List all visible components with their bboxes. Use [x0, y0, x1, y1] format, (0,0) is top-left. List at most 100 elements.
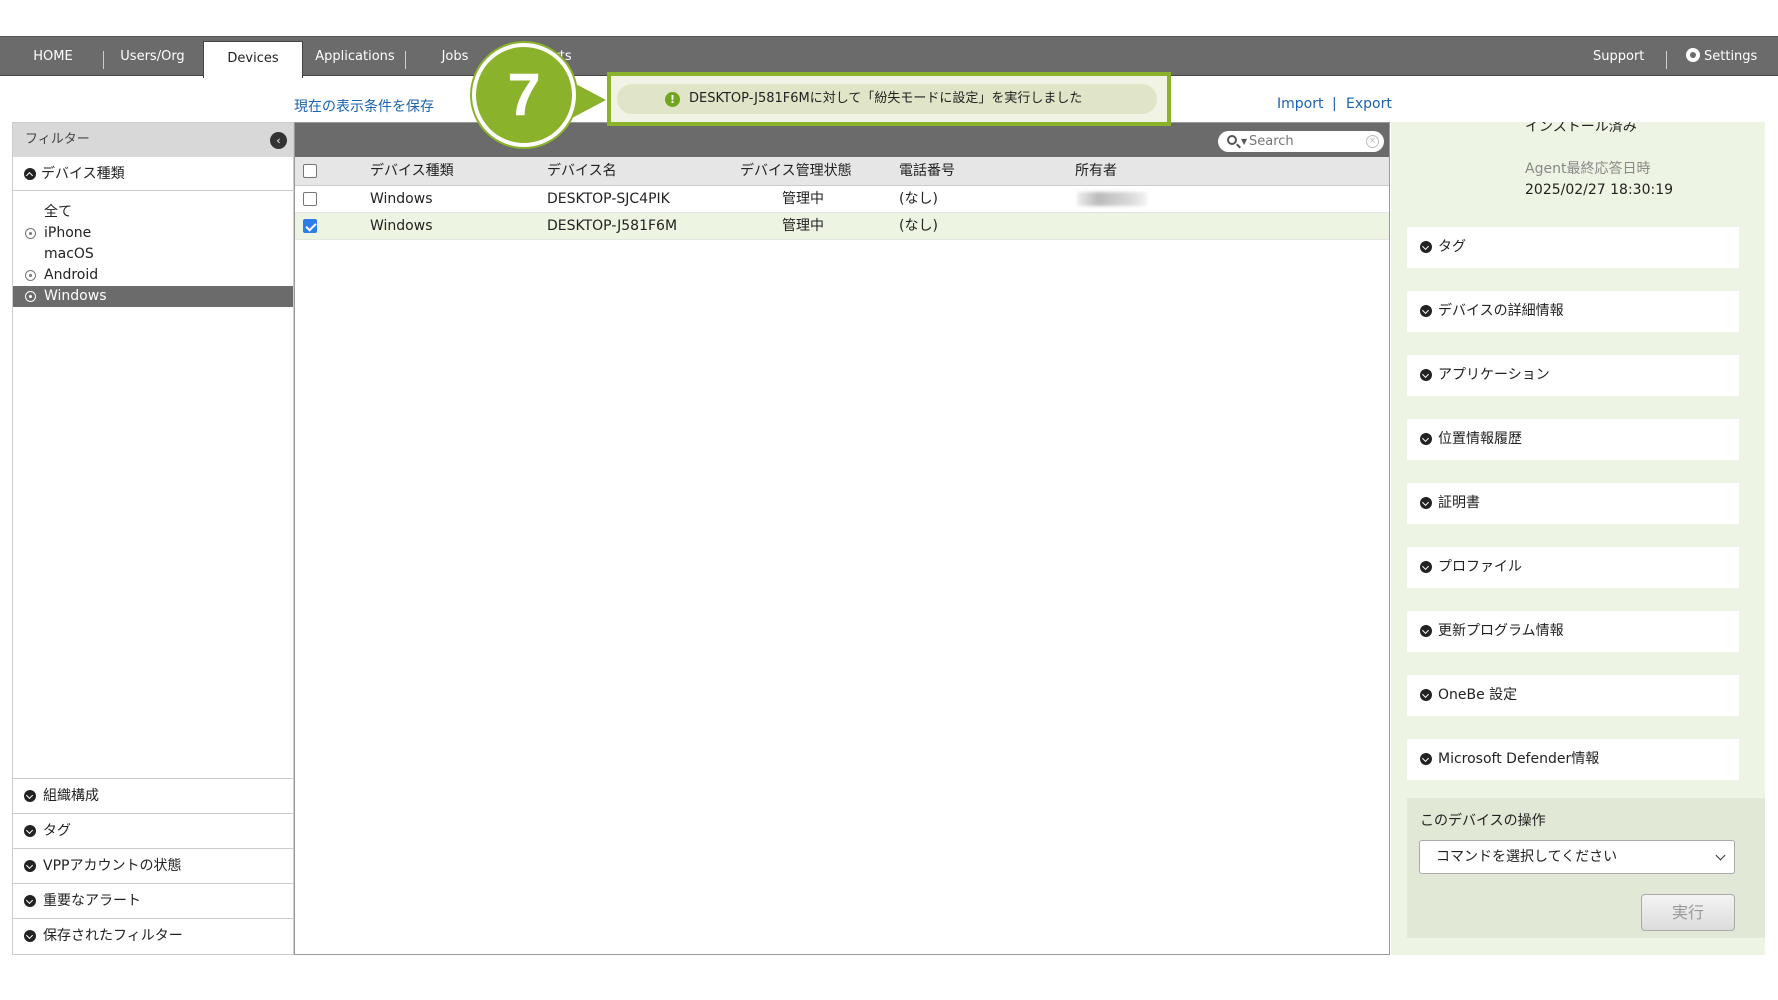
device-type-section[interactable]: デバイス種類 [13, 157, 293, 191]
row-checkbox[interactable] [303, 192, 317, 206]
search-icon [1227, 135, 1237, 145]
cell-owner-blurred [1077, 192, 1147, 206]
detail-section-tags[interactable]: タグ [1407, 227, 1739, 268]
filter-title: フィルター [25, 132, 90, 147]
detail-section-location-history[interactable]: 位置情報履歴 [1407, 419, 1739, 460]
device-table: ▼ × デバイス種類 デバイス名 デバイス管理状態 電話番号 所有者 Windo… [294, 122, 1390, 955]
tab-users-org[interactable]: Users/Org [110, 37, 195, 76]
section-label: 重要なアラート [43, 893, 141, 909]
tab-jobs[interactable]: Jobs [425, 37, 485, 76]
detail-section-defender[interactable]: Microsoft Defender情報 [1407, 739, 1739, 780]
cell-device-type: Windows [370, 191, 433, 207]
command-select-value: コマンドを選択してください [1436, 849, 1618, 865]
step-number-badge: 7 [472, 43, 576, 147]
section-label: 証明書 [1438, 495, 1480, 511]
column-device-type[interactable]: デバイス種類 [370, 157, 454, 186]
device-type-label: Windows [44, 288, 107, 304]
detail-section-certificates[interactable]: 証明書 [1407, 483, 1739, 524]
settings-link[interactable]: Settings [1686, 37, 1757, 76]
import-link[interactable]: Import [1277, 96, 1323, 112]
device-operations-box: このデバイスの操作 コマンドを選択してください 実行 [1407, 798, 1765, 938]
section-label: OneBe 設定 [1438, 687, 1518, 703]
tag-filter-section[interactable]: タグ [13, 813, 293, 848]
column-owner[interactable]: 所有者 [1075, 157, 1117, 186]
select-all-checkbox[interactable] [303, 164, 317, 178]
section-label: 組織構成 [43, 788, 99, 804]
column-device-name[interactable]: デバイス名 [547, 157, 617, 186]
vpp-account-section[interactable]: VPPアカウントの状態 [13, 848, 293, 883]
chevron-down-icon [24, 895, 36, 907]
settings-label: Settings [1704, 49, 1758, 64]
table-row[interactable]: Windows DESKTOP-SJC4PIK 管理中 (なし) [295, 186, 1389, 213]
chevron-down-icon [1420, 561, 1432, 573]
device-type-android[interactable]: Android [13, 265, 293, 286]
device-type-windows[interactable]: Windows [13, 286, 293, 307]
device-type-label: macOS [44, 246, 94, 262]
device-type-macos[interactable]: macOS [13, 244, 293, 265]
save-view-link[interactable]: 現在の表示条件を保存 [294, 96, 434, 116]
filter-panel: フィルター ‹ デバイス種類 全て iPhone macOS Android W… [12, 122, 294, 955]
section-label: Microsoft Defender情報 [1438, 751, 1600, 767]
support-link[interactable]: Support [1593, 37, 1644, 76]
chevron-down-icon [1420, 305, 1432, 317]
detail-section-onebe-settings[interactable]: OneBe 設定 [1407, 675, 1739, 716]
section-label: タグ [43, 823, 71, 839]
callout-arrow [572, 82, 606, 118]
search-box[interactable]: ▼ × [1218, 131, 1384, 152]
org-structure-section[interactable]: 組織構成 [13, 778, 293, 813]
section-label: プロファイル [1438, 559, 1522, 575]
search-input[interactable] [1249, 133, 1361, 150]
radio-icon [25, 270, 36, 281]
row-checkbox[interactable] [303, 219, 317, 233]
clear-icon[interactable]: × [1366, 135, 1379, 148]
column-phone-number[interactable]: 電話番号 [899, 157, 955, 186]
command-select[interactable]: コマンドを選択してください [1419, 840, 1735, 874]
device-type-label: 全て [44, 204, 72, 220]
section-label: タグ [1438, 239, 1466, 255]
chevron-down-icon [1715, 850, 1726, 861]
nav-separator [103, 51, 104, 69]
chevron-down-icon [1420, 625, 1432, 637]
cell-device-name: DESKTOP-J581F6M [547, 218, 678, 234]
chevron-down-icon [1420, 753, 1432, 765]
section-label: デバイスの詳細情報 [1438, 303, 1564, 319]
tab-devices[interactable]: Devices [203, 41, 303, 78]
collapse-left-icon[interactable]: ‹ [270, 132, 287, 149]
detail-section-device-details[interactable]: デバイスの詳細情報 [1407, 291, 1739, 332]
chevron-up-icon [24, 168, 36, 180]
device-type-iphone[interactable]: iPhone [13, 223, 293, 244]
section-label: アプリケーション [1438, 367, 1550, 383]
column-management-status[interactable]: デバイス管理状態 [740, 157, 852, 186]
gear-icon [1686, 48, 1700, 62]
section-label: 位置情報履歴 [1438, 431, 1522, 447]
chevron-down-icon [24, 930, 36, 942]
table-row[interactable]: Windows DESKTOP-J581F6M 管理中 (なし) [295, 213, 1389, 240]
detail-section-updates[interactable]: 更新プログラム情報 [1407, 611, 1739, 652]
detail-section-profiles[interactable]: プロファイル [1407, 547, 1739, 588]
chevron-down-icon [24, 825, 36, 837]
cell-phone-number: (なし) [899, 218, 938, 234]
tab-applications[interactable]: Applications [308, 37, 402, 76]
radio-icon [25, 291, 36, 302]
device-type-all[interactable]: 全て [13, 202, 293, 223]
caret-down-icon: ▼ [1241, 137, 1248, 146]
section-label: VPPアカウントの状態 [43, 858, 182, 874]
top-navigation: HOME Users/Org Devices Applications Jobs… [0, 36, 1778, 78]
table-toolbar: ▼ × [295, 123, 1389, 157]
device-detail-panel: インストール済み Agent最終応答日時 2025/02/27 18:30:19… [1391, 122, 1765, 955]
detail-section-applications[interactable]: アプリケーション [1407, 355, 1739, 396]
section-label: 保存されたフィルター [43, 928, 183, 944]
chevron-down-icon [1420, 369, 1432, 381]
tab-home[interactable]: HOME [14, 37, 92, 76]
chevron-down-icon [1420, 497, 1432, 509]
section-label: 更新プログラム情報 [1438, 623, 1564, 639]
critical-alerts-section[interactable]: 重要なアラート [13, 883, 293, 918]
chevron-down-icon [24, 860, 36, 872]
run-button[interactable]: 実行 [1641, 894, 1735, 931]
saved-filters-section[interactable]: 保存されたフィルター [13, 918, 293, 953]
link-separator: | [1332, 96, 1337, 112]
export-link[interactable]: Export [1346, 96, 1392, 112]
device-type-label: iPhone [44, 225, 92, 241]
chevron-down-icon [24, 790, 36, 802]
chevron-down-icon [1420, 689, 1432, 701]
